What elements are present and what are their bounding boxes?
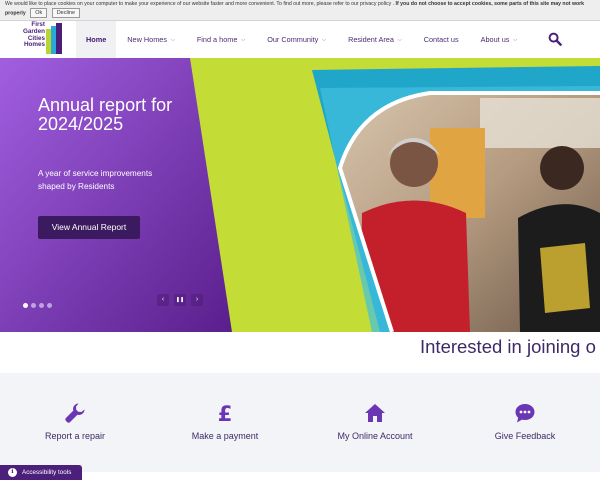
nav-item-resident-area[interactable]: Resident Area ⌵ bbox=[337, 21, 413, 58]
cookie-message: We would like to place cookies on your c… bbox=[5, 1, 395, 7]
quick-link-label: Report a repair bbox=[44, 431, 106, 441]
nav-item-about-us[interactable]: About us ⌵ bbox=[470, 21, 529, 58]
cookie-consent-bar: We would like to place cookies on your c… bbox=[0, 0, 600, 21]
nav-item-home[interactable]: Home bbox=[76, 21, 117, 58]
slide-dot[interactable] bbox=[31, 303, 36, 308]
hero-subtitle: A year of service improvements shaped by… bbox=[38, 169, 153, 191]
house-icon bbox=[365, 404, 385, 422]
chevron-down-icon: ⌵ bbox=[171, 36, 175, 43]
chevron-down-icon: ⌵ bbox=[322, 36, 327, 43]
online-account-link[interactable]: My Online Account bbox=[300, 373, 450, 472]
next-slide-button[interactable]: › bbox=[191, 294, 203, 306]
report-repair-link[interactable]: Report a repair bbox=[0, 373, 150, 472]
main-nav: Home New Homes ⌵ Find a home ⌵ Our Communi… bbox=[76, 21, 528, 58]
quick-link-label: Make a payment bbox=[191, 431, 259, 441]
cookie-decline-button[interactable]: Decline bbox=[51, 8, 81, 18]
hero-banner: Annual report for 2024/2025 A year of se… bbox=[0, 58, 600, 332]
chat-bubble-icon bbox=[515, 404, 535, 423]
nav-item-new-homes[interactable]: New Homes ⌵ bbox=[116, 21, 186, 58]
interested-heading: Interested in joining o bbox=[420, 336, 596, 357]
slide-dot[interactable] bbox=[23, 303, 28, 308]
give-feedback-link[interactable]: Give Feedback bbox=[450, 373, 600, 472]
accessibility-label: Accessibility tools bbox=[22, 469, 72, 476]
chevron-down-icon: ⌵ bbox=[241, 36, 246, 43]
slide-indicators bbox=[23, 303, 52, 308]
slide-dot[interactable] bbox=[47, 303, 52, 308]
accessibility-icon: ℹ bbox=[8, 468, 17, 477]
quick-link-label: My Online Account bbox=[337, 431, 413, 441]
nav-item-contact-us[interactable]: Contact us bbox=[413, 21, 470, 58]
quick-link-label: Give Feedback bbox=[494, 431, 556, 441]
logo-text: First Garden Cities Homes bbox=[22, 21, 45, 49]
pound-icon: £ bbox=[218, 402, 233, 424]
search-icon[interactable] bbox=[548, 32, 562, 46]
pause-slides-button[interactable]: ❚❚ bbox=[174, 294, 186, 306]
chevron-down-icon: ⌵ bbox=[397, 36, 402, 43]
site-logo[interactable]: First Garden Cities Homes bbox=[12, 21, 64, 56]
hero-title: Annual report for 2024/2025 bbox=[38, 95, 173, 134]
wrench-icon bbox=[65, 403, 85, 423]
logo-mark-icon bbox=[46, 23, 62, 54]
quick-links: Report a repair £ Make a payment My Onli… bbox=[0, 373, 600, 472]
nav-item-find-a-home[interactable]: Find a home ⌵ bbox=[186, 21, 256, 58]
site-header: First Garden Cities Homes Home New Homes… bbox=[0, 21, 600, 58]
make-payment-link[interactable]: £ Make a payment bbox=[150, 373, 300, 472]
chevron-down-icon: ⌵ bbox=[513, 36, 518, 43]
slide-dot[interactable] bbox=[39, 303, 44, 308]
nav-item-our-community[interactable]: Our Community ⌵ bbox=[256, 21, 337, 58]
svg-text:£: £ bbox=[218, 402, 233, 424]
accessibility-tools-button[interactable]: ℹ Accessibility tools bbox=[0, 465, 82, 480]
view-annual-report-button[interactable]: View Annual Report bbox=[38, 216, 140, 239]
previous-slide-button[interactable]: ‹ bbox=[157, 294, 169, 306]
cookie-ok-button[interactable]: Ok bbox=[30, 8, 48, 18]
